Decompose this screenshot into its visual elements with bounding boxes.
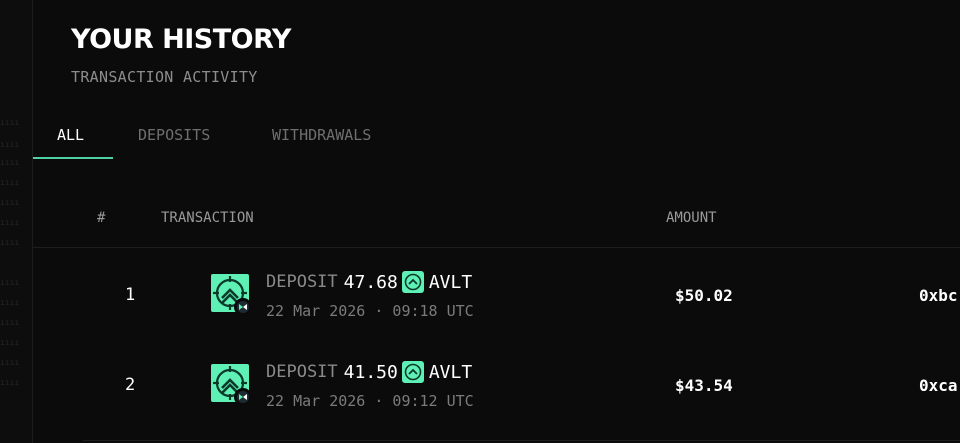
transaction-summary: DEPOSIT 41.50 AVLT (266, 361, 472, 385)
page-title: YOUR HISTORY (71, 24, 291, 55)
vault-deposit-icon (211, 274, 253, 316)
row-divider (83, 440, 960, 441)
wallet-address[interactable]: 0xca (919, 376, 958, 395)
network-badge-icon (234, 298, 252, 316)
column-header-transaction: TRANSACTION (161, 210, 254, 226)
transaction-amount: 41.50 (343, 361, 398, 383)
avlt-token-icon (401, 361, 424, 383)
tab-all[interactable]: ALL (57, 118, 84, 160)
row-index: 1 (125, 285, 136, 305)
history-tabs: ALL DEPOSITS WITHDRAWALS (33, 118, 960, 160)
row-index: 2 (125, 375, 136, 395)
network-badge-icon (234, 388, 252, 406)
transaction-summary: DEPOSIT 47.68 AVLT (266, 271, 472, 295)
table-row[interactable]: 1 DEPOSIT47.68AVLT 22 Mar 2026 · 09:18 (33, 250, 960, 344)
token-symbol: AVLT (428, 361, 473, 383)
usd-value: $50.02 (675, 286, 733, 305)
tab-deposits[interactable]: DEPOSITS (138, 118, 210, 160)
transaction-type: DEPOSIT (266, 272, 338, 292)
transaction-amount: 47.68 (343, 271, 398, 293)
token-symbol: AVLT (428, 271, 473, 293)
transaction-date: 22 Mar 2026 · 09:18 UTC (266, 302, 474, 320)
column-header-index: # (97, 210, 106, 226)
usd-value: $43.54 (675, 376, 733, 395)
transaction-date: 22 Mar 2026 · 09:12 UTC (266, 392, 474, 410)
avlt-token-icon (401, 271, 424, 293)
history-page: ıııı ıııı ıııı ıııı ıııı ıııı ıııı ıııı … (0, 0, 960, 443)
transaction-type: DEPOSIT (266, 362, 338, 382)
tab-withdrawals[interactable]: WITHDRAWALS (272, 118, 371, 160)
wallet-address[interactable]: 0xbc (919, 286, 958, 305)
table-row[interactable]: 2 DEPOSIT41.50AVLT 22 Mar 2026 · 09:12 (33, 344, 960, 438)
active-tab-indicator (33, 157, 113, 159)
vault-deposit-icon (211, 364, 253, 406)
page-subtitle: TRANSACTION ACTIVITY (71, 68, 258, 86)
table-header: # TRANSACTION AMOUNT (33, 200, 960, 248)
left-gutter: ıııı ıııı ıııı ıııı ıııı ıııı ıııı ıııı … (0, 0, 33, 443)
column-header-amount: AMOUNT (666, 210, 717, 226)
